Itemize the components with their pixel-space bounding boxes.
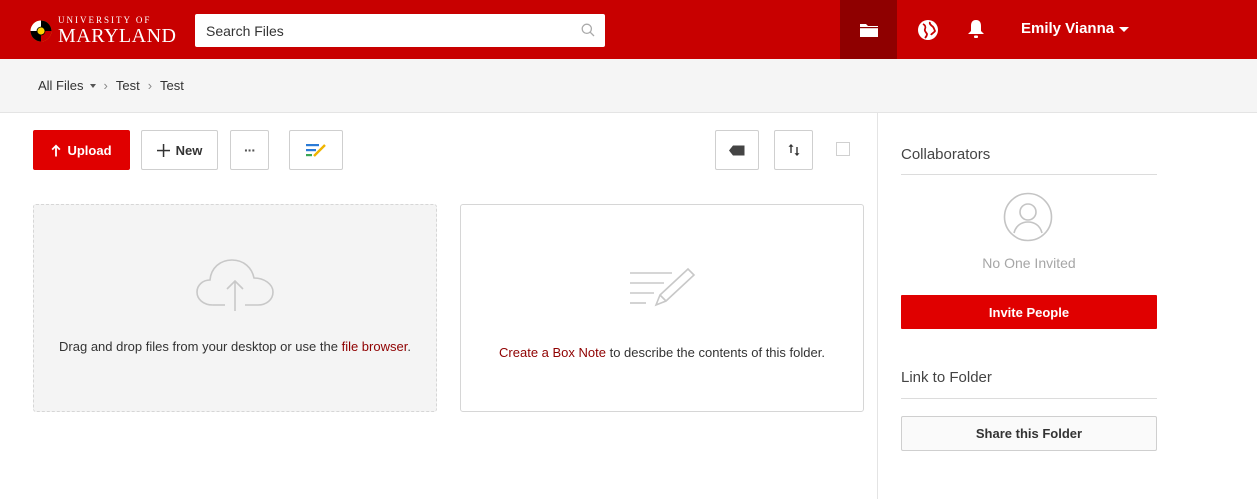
box-note-message: Create a Box Note to describe the conten… bbox=[481, 344, 843, 361]
divider bbox=[901, 174, 1157, 175]
box-note-card: Create a Box Note to describe the conten… bbox=[460, 204, 864, 412]
breadcrumb: All Files › Test › Test bbox=[38, 78, 184, 93]
logo-line-1: UNIVERSITY OF bbox=[58, 15, 152, 25]
upload-dropzone[interactable]: Drag and drop files from your desktop or… bbox=[33, 204, 437, 412]
collaborators-heading: Collaborators bbox=[901, 146, 991, 163]
more-options-button[interactable]: ··· bbox=[230, 130, 269, 170]
logo-wordmark: UNIVERSITY OF MARYLAND bbox=[58, 15, 177, 47]
upload-button[interactable]: Upload bbox=[33, 130, 130, 170]
globe-icon[interactable] bbox=[917, 19, 939, 41]
user-menu[interactable]: Emily Vianna bbox=[1021, 20, 1130, 37]
university-logo[interactable]: UNIVERSITY OF MARYLAND bbox=[30, 14, 176, 48]
breadcrumb-all-files[interactable]: All Files bbox=[38, 78, 84, 93]
search-box bbox=[195, 14, 605, 47]
sort-button[interactable] bbox=[774, 130, 813, 170]
box-notes-button[interactable] bbox=[289, 130, 343, 170]
sidebar-divider bbox=[877, 113, 878, 499]
user-name: Emily Vianna bbox=[1021, 20, 1115, 37]
new-label: New bbox=[175, 142, 203, 158]
breadcrumb-bar: All Files › Test › Test bbox=[0, 59, 1257, 113]
create-box-note-link[interactable]: Create a Box Note bbox=[499, 345, 606, 360]
top-bar: UNIVERSITY OF MARYLAND Emily Vianna bbox=[0, 0, 1257, 59]
arrow-up-icon bbox=[51, 144, 61, 156]
bell-icon[interactable] bbox=[966, 18, 986, 40]
note-pencil-icon bbox=[630, 267, 696, 307]
folder-icon bbox=[859, 23, 878, 37]
share-folder-button[interactable]: Share this Folder bbox=[901, 416, 1157, 451]
search-icon[interactable] bbox=[581, 23, 595, 37]
dropzone-text: Drag and drop files from your desktop or… bbox=[59, 339, 342, 354]
maryland-seal-icon bbox=[30, 20, 52, 42]
dropzone-message: Drag and drop files from your desktop or… bbox=[54, 338, 416, 355]
chevron-down-icon[interactable] bbox=[89, 83, 96, 88]
chevron-down-icon bbox=[1119, 27, 1130, 32]
file-browser-link[interactable]: file browser bbox=[342, 339, 408, 354]
plus-icon bbox=[156, 143, 170, 157]
sort-icon bbox=[788, 144, 799, 156]
dropzone-text-end: . bbox=[407, 339, 411, 354]
link-to-folder-heading: Link to Folder bbox=[901, 369, 992, 386]
upload-label: Upload bbox=[67, 142, 112, 158]
invite-people-button[interactable]: Invite People bbox=[901, 295, 1157, 329]
all-files-button[interactable] bbox=[840, 0, 897, 59]
logo-line-2: MARYLAND bbox=[58, 25, 177, 47]
select-all-checkbox[interactable] bbox=[836, 142, 850, 156]
search-input[interactable] bbox=[195, 14, 605, 47]
breadcrumb-separator: › bbox=[147, 78, 153, 93]
tag-icon bbox=[729, 145, 745, 155]
cloud-upload-icon bbox=[196, 259, 274, 311]
breadcrumb-item[interactable]: Test bbox=[116, 78, 140, 93]
more-label: ··· bbox=[244, 142, 256, 158]
breadcrumb-separator: › bbox=[103, 78, 108, 93]
user-avatar-icon bbox=[1003, 192, 1053, 242]
box-note-icon bbox=[306, 144, 326, 157]
new-button[interactable]: New bbox=[141, 130, 218, 170]
box-note-text: to describe the contents of this folder. bbox=[605, 345, 825, 360]
no-collaborators-text: No One Invited bbox=[982, 255, 1076, 271]
breadcrumb-current: Test bbox=[160, 78, 184, 93]
divider bbox=[901, 398, 1157, 399]
tag-button[interactable] bbox=[715, 130, 759, 170]
